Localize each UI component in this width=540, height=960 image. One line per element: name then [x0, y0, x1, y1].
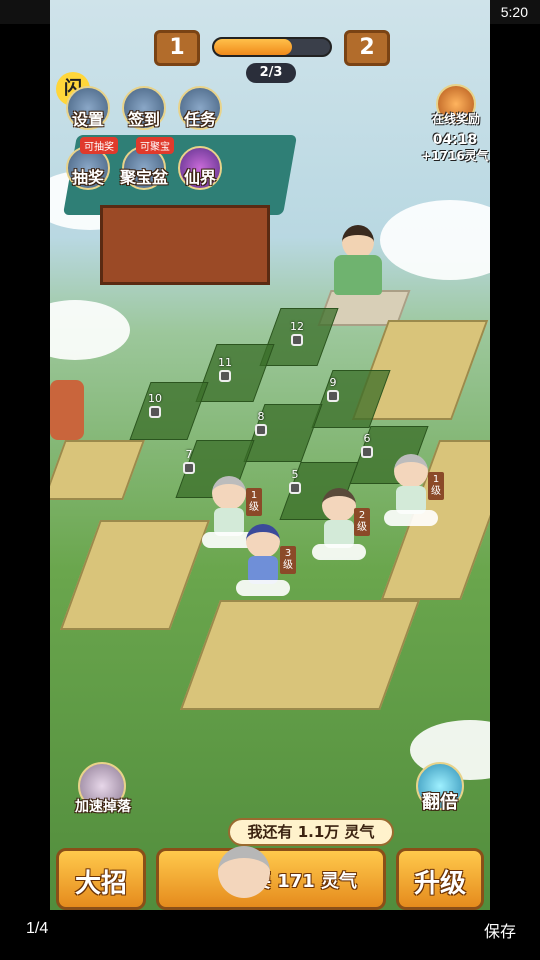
- slot-number: 10: [148, 392, 162, 405]
- lock-icon: [149, 406, 161, 418]
- online-reward-label: 在线奖励: [431, 112, 480, 126]
- hero-head: [394, 454, 428, 488]
- stone-tile: [179, 600, 421, 710]
- viewer-footer: [0, 910, 540, 960]
- status-time: 5:20: [500, 4, 528, 20]
- lock-icon: [289, 482, 301, 494]
- hero-level-tag: 1级: [428, 472, 444, 500]
- summon-hero-head: [218, 846, 270, 898]
- slot-number: 5: [291, 468, 299, 481]
- summon-hero-avatar: [214, 840, 274, 902]
- hero-cloud: [312, 544, 366, 560]
- sage-character[interactable]: [330, 225, 386, 295]
- lion-character[interactable]: [50, 380, 84, 440]
- current-level-box: 1: [154, 30, 200, 66]
- slot-number: 11: [218, 356, 232, 369]
- slot-number: 6: [363, 432, 371, 445]
- slot-number: 9: [329, 376, 337, 389]
- online-reward-gain: +1716灵气: [421, 149, 489, 163]
- treasure-label: 聚宝盆: [119, 168, 168, 187]
- online-reward-timer: 04:18: [432, 132, 478, 148]
- hero-level-tag: 2级: [354, 508, 370, 536]
- lock-icon: [291, 334, 303, 346]
- board-slot[interactable]: [129, 382, 209, 440]
- lock-icon: [361, 446, 373, 458]
- slot-number: 7: [185, 448, 193, 461]
- page-indicator: 1/4: [26, 920, 49, 937]
- fairy-realm-label: 仙界: [183, 168, 216, 187]
- progress-label: 2/3: [246, 63, 296, 83]
- lock-icon: [255, 424, 267, 436]
- double-label: 翻倍: [422, 792, 458, 813]
- tasks-label: 任务: [183, 110, 216, 129]
- hero-cloud: [384, 510, 438, 526]
- slot-number: 12: [290, 320, 304, 333]
- ultimate-label: 大招: [74, 869, 127, 899]
- lock-icon: [219, 370, 231, 382]
- hero-level-tag: 3级: [280, 546, 296, 574]
- upgrade-label: 升级: [413, 869, 466, 899]
- sage-head: [342, 225, 374, 259]
- hero-head: [322, 488, 356, 522]
- ultimate-button[interactable]: 大招: [56, 848, 146, 910]
- slot-number: 8: [257, 410, 265, 423]
- temple-body: [100, 205, 270, 285]
- sage-body: [334, 255, 382, 295]
- hero-cloud: [236, 580, 290, 596]
- hero-head: [212, 476, 246, 510]
- level-progress-bar: [212, 37, 332, 57]
- lottery-badge: 可抽奖: [80, 137, 118, 154]
- speed-drop-label: 加速掉落: [75, 799, 131, 815]
- treasure-badge: 可聚宝: [136, 137, 174, 154]
- checkin-label: 签到: [127, 110, 160, 129]
- game-screen: 1 2 2/3 闪 设置 签到 任务 可抽奖 抽奖 可聚宝 聚宝盆 仙界 在线奖…: [50, 0, 490, 950]
- settings-label: 设置: [71, 110, 104, 129]
- lock-icon: [183, 462, 195, 474]
- hero-head: [246, 524, 280, 558]
- cloud: [380, 200, 490, 280]
- upgrade-button[interactable]: 升级: [396, 848, 484, 910]
- lottery-label: 抽奖: [71, 168, 104, 187]
- next-level-box: 2: [344, 30, 390, 66]
- lock-icon: [327, 390, 339, 402]
- save-button[interactable]: 保存: [484, 918, 516, 942]
- level-progress-fill: [214, 39, 292, 55]
- hero-level-tag: 1级: [246, 488, 262, 516]
- board-slot[interactable]: [195, 344, 275, 402]
